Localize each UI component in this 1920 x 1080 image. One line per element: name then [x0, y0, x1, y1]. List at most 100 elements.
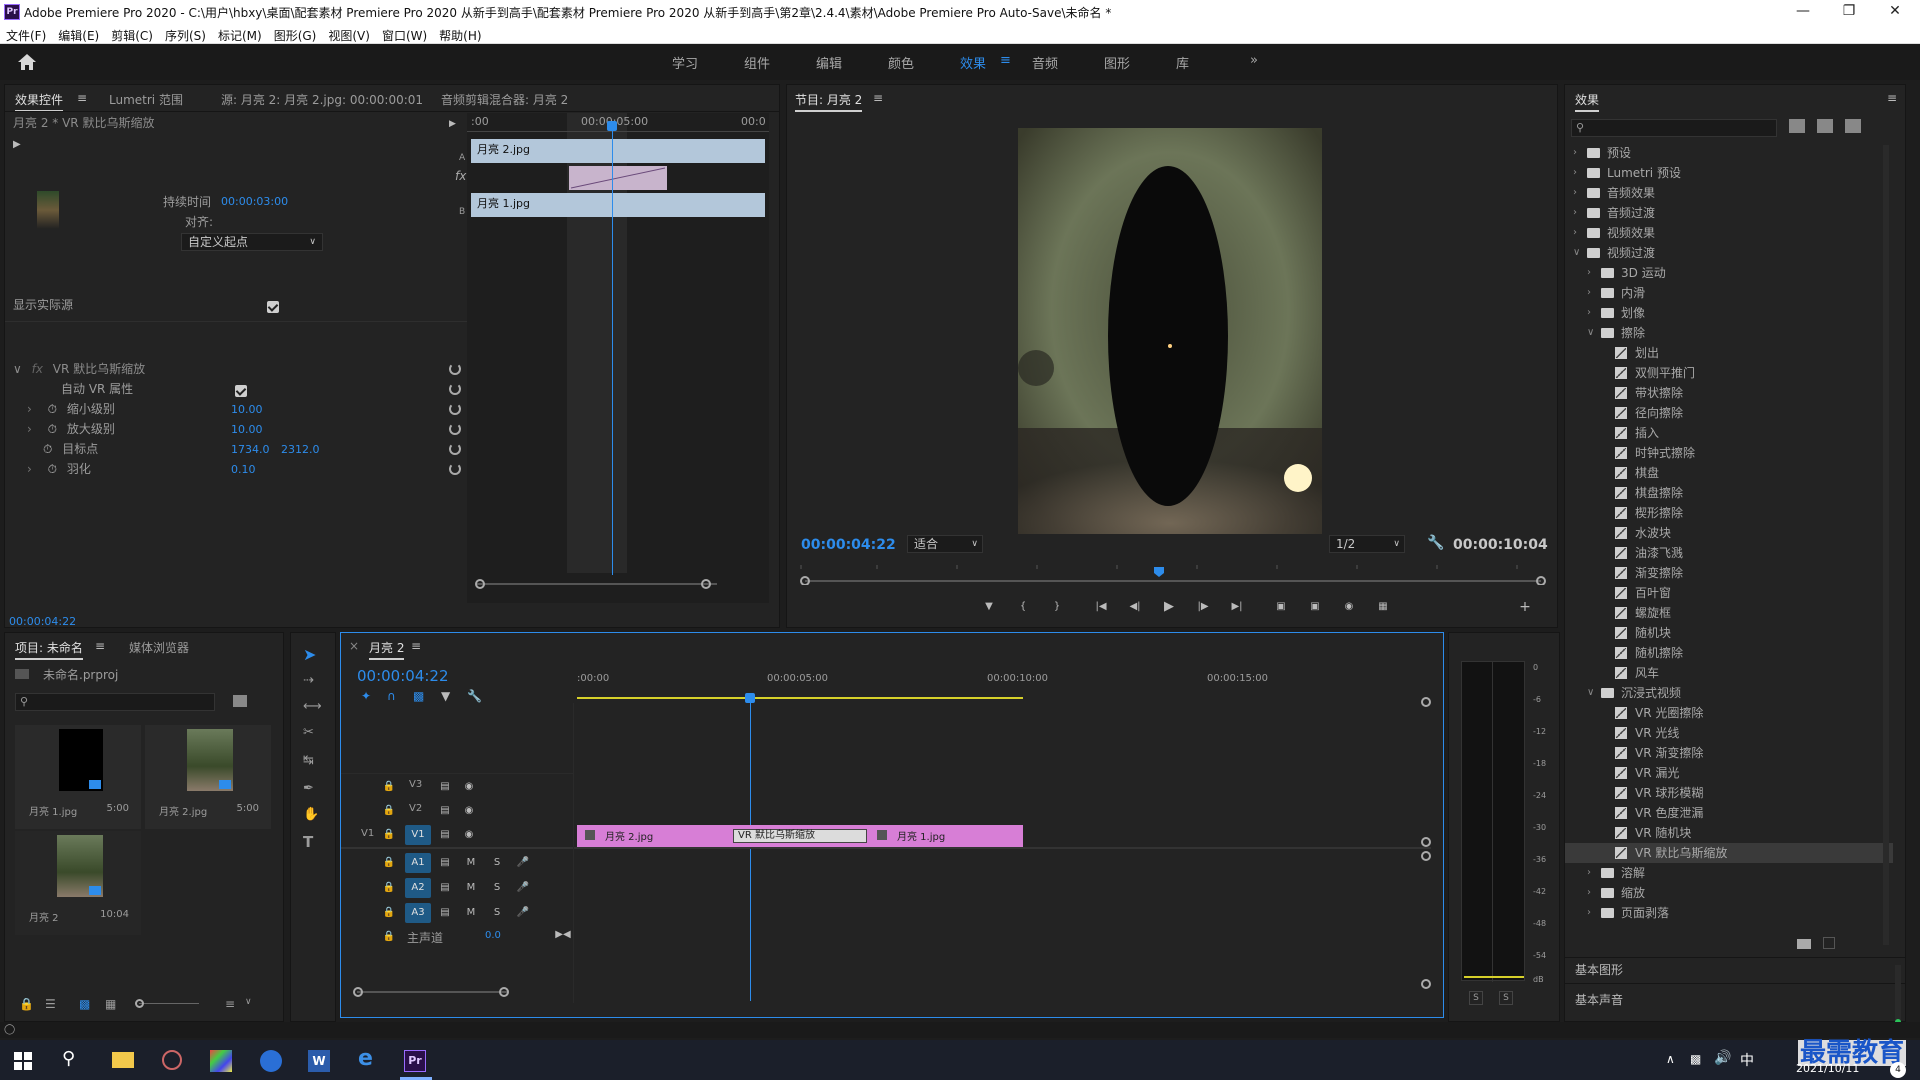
- solo-button[interactable]: S: [489, 855, 505, 871]
- workspace-effects[interactable]: 效果: [960, 53, 986, 72]
- lock-icon[interactable]: 🔒: [381, 779, 397, 795]
- workspace-menu-icon[interactable]: ≡: [1000, 53, 1011, 68]
- sort-icon[interactable]: ≡: [225, 997, 235, 1011]
- stopwatch-icon[interactable]: ⏱: [43, 442, 52, 456]
- voiceover-mic-icon[interactable]: 🎤: [515, 880, 531, 896]
- sync-lock-icon[interactable]: ▤: [437, 827, 453, 843]
- maximize-button[interactable]: ❐: [1826, 0, 1872, 24]
- effects-item[interactable]: VR 光圈擦除: [1565, 703, 1893, 723]
- param-zoom-in-value[interactable]: 10.00: [231, 423, 263, 436]
- transition-clip[interactable]: VR 默比乌斯缩放: [733, 829, 867, 843]
- lock-icon[interactable]: 🔒: [381, 929, 397, 945]
- effects-item[interactable]: 径向擦除: [1565, 403, 1893, 423]
- effects-search-input[interactable]: ⚲: [1571, 119, 1777, 137]
- windows-start-icon[interactable]: [14, 1052, 32, 1070]
- search-icon[interactable]: ⚲: [62, 1048, 75, 1069]
- master-value[interactable]: 0.0: [485, 930, 501, 941]
- chevron-up-icon[interactable]: ∧: [1666, 1052, 1675, 1066]
- effects-folder[interactable]: › 预设: [1565, 143, 1893, 163]
- collapse-icon[interactable]: ∨: [13, 362, 22, 376]
- effect-row[interactable]: ∨ fx VR 默比乌斯缩放: [13, 359, 145, 379]
- freeform-view-icon[interactable]: ▦: [105, 997, 116, 1011]
- auto-vr-checkbox[interactable]: [235, 385, 247, 397]
- playhead-handle[interactable]: [607, 121, 617, 131]
- list-view-icon[interactable]: ☰: [45, 997, 56, 1011]
- reset-icon[interactable]: [449, 463, 461, 475]
- duration-value[interactable]: 00:00:03:00: [221, 195, 288, 208]
- sync-lock-icon[interactable]: ▤: [437, 855, 453, 871]
- work-area-bar[interactable]: [577, 697, 1023, 699]
- button-editor-icon[interactable]: +: [1517, 599, 1533, 615]
- effects-folder[interactable]: ∨ 视频过渡: [1565, 243, 1893, 263]
- program-scrub-bar[interactable]: [797, 561, 1549, 585]
- reset-icon[interactable]: [449, 363, 461, 375]
- effects-folder[interactable]: › 音频过渡: [1565, 203, 1893, 223]
- hand-tool-icon[interactable]: ✋: [303, 807, 319, 822]
- close-button[interactable]: ✕: [1872, 0, 1918, 24]
- scroll-handle[interactable]: [1421, 837, 1431, 847]
- mute-button[interactable]: M: [463, 855, 479, 871]
- scroll-handle-right[interactable]: [701, 579, 711, 589]
- workspace-assembly[interactable]: 组件: [744, 53, 770, 72]
- new-search-bin-icon[interactable]: [233, 695, 247, 707]
- effects-folder[interactable]: › 缩放: [1565, 883, 1893, 903]
- home-icon[interactable]: [16, 52, 38, 72]
- timeline-ruler[interactable]: :00:00 00:00:05:00 00:00:10:00 00:00:15:…: [577, 673, 1437, 703]
- effects-item[interactable]: VR 随机块: [1565, 823, 1893, 843]
- chevron-right-icon[interactable]: ›: [1587, 263, 1595, 283]
- program-title[interactable]: 节目: 月亮 2: [795, 91, 863, 112]
- edge-icon[interactable]: e: [358, 1046, 373, 1071]
- app-icon[interactable]: [162, 1050, 182, 1070]
- mute-button[interactable]: M: [463, 905, 479, 921]
- effects-item[interactable]: 百叶窗: [1565, 583, 1893, 603]
- scroll-handle[interactable]: [353, 987, 363, 997]
- project-item[interactable]: 月亮 2 10:04: [15, 831, 141, 935]
- tab-lumetri-scopes[interactable]: Lumetri 范围: [109, 91, 183, 108]
- mute-button[interactable]: M: [463, 880, 479, 896]
- param-target-y[interactable]: 2312.0: [281, 443, 320, 456]
- eye-icon[interactable]: ◉: [461, 827, 477, 843]
- effects-folder[interactable]: › Lumetri 预设: [1565, 163, 1893, 183]
- reset-icon[interactable]: [449, 383, 461, 395]
- app-icon[interactable]: [260, 1050, 282, 1072]
- reset-icon[interactable]: [449, 403, 461, 415]
- clip-name[interactable]: 月亮 2.jpg: [605, 828, 653, 843]
- chevron-right-icon[interactable]: ›: [1587, 883, 1595, 903]
- chevron-down-icon[interactable]: ∨: [1587, 683, 1595, 703]
- stopwatch-icon[interactable]: ⏱: [48, 402, 57, 416]
- effects-item[interactable]: 带状擦除: [1565, 383, 1893, 403]
- effects-item[interactable]: VR 渐变擦除: [1565, 743, 1893, 763]
- chevron-right-icon[interactable]: ›: [1587, 303, 1595, 323]
- program-timecode[interactable]: 00:00:04:22: [801, 537, 896, 553]
- step-forward-icon[interactable]: |▶: [1195, 599, 1211, 615]
- linked-selection-icon[interactable]: ▩: [413, 689, 424, 703]
- effects-item[interactable]: 插入: [1565, 423, 1893, 443]
- effects-item[interactable]: VR 色度泄漏: [1565, 803, 1893, 823]
- param-target-x[interactable]: 1734.0: [231, 443, 270, 456]
- expand-icon[interactable]: ›: [27, 402, 32, 416]
- 32bit-effects-icon[interactable]: [1817, 119, 1833, 133]
- wrench-icon[interactable]: 🔧: [1427, 535, 1444, 551]
- workspace-graphics[interactable]: 图形: [1104, 53, 1130, 72]
- track-target-a2[interactable]: A2: [405, 878, 431, 898]
- comparison-view-icon[interactable]: ▦: [1375, 599, 1391, 615]
- effects-scrollbar[interactable]: [1883, 145, 1889, 945]
- scroll-handle[interactable]: [1421, 851, 1431, 861]
- effect-controls-timecode[interactable]: 00:00:04:22: [9, 615, 76, 628]
- effects-folder[interactable]: › 页面剥落: [1565, 903, 1893, 923]
- mark-in-icon[interactable]: {: [1015, 599, 1031, 615]
- solo-button[interactable]: S: [489, 880, 505, 896]
- effects-folder[interactable]: › 3D 运动: [1565, 263, 1893, 283]
- effects-folder[interactable]: › 划像: [1565, 303, 1893, 323]
- ime-indicator[interactable]: 中: [1740, 1050, 1754, 1070]
- eye-icon[interactable]: ◉: [461, 779, 477, 795]
- master-skip-icon[interactable]: ▶◀: [555, 927, 571, 943]
- effects-item[interactable]: 螺旋框: [1565, 603, 1893, 623]
- go-to-out-icon[interactable]: ▶|: [1229, 599, 1245, 615]
- reset-icon[interactable]: [449, 443, 461, 455]
- razor-tool-icon[interactable]: ✂: [303, 725, 314, 740]
- track-select-tool-icon[interactable]: ⇢: [303, 673, 314, 688]
- lock-icon[interactable]: 🔒: [381, 905, 397, 921]
- track-target-v1[interactable]: V1: [405, 825, 431, 845]
- expand-icon[interactable]: ›: [27, 462, 32, 476]
